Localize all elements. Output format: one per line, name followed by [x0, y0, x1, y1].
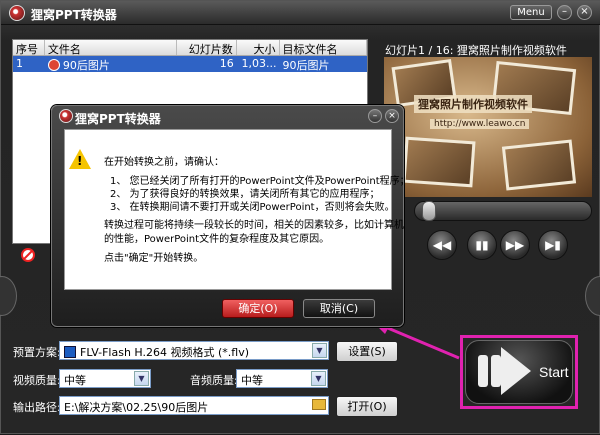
- annotation-arrow-line: [382, 324, 460, 360]
- ok-button[interactable]: 确定(O): [222, 299, 294, 318]
- dialog-title: 狸窝PPT转换器: [75, 112, 161, 126]
- cancel-button[interactable]: 取消(C): [303, 299, 375, 318]
- warning-mark: !: [77, 154, 83, 168]
- dialog-note: 转换过程可能将持续一段较长的时间，相关的因素较多，比如计算机: [104, 220, 404, 231]
- dialog-item: 3、 在转换期间请不要打开或关闭PowerPoint，否则将会失败。: [110, 202, 395, 213]
- dialog-minimize-button[interactable]: –: [368, 109, 382, 123]
- dialog-note: 点击"确定"开始转换。: [104, 253, 204, 264]
- app-window: 狸窝PPT转换器 Menu – × 序号 文件名 幻灯片数 大小 目标文件名 1…: [0, 0, 600, 434]
- app-logo-icon: [59, 109, 73, 123]
- dialog-intro: 在开始转换之前，请确认：: [104, 157, 224, 168]
- dialog-note: 的性能，PowerPoint文件的复杂程度及其它原因。: [104, 234, 330, 245]
- dialog-close-button[interactable]: ×: [385, 109, 399, 123]
